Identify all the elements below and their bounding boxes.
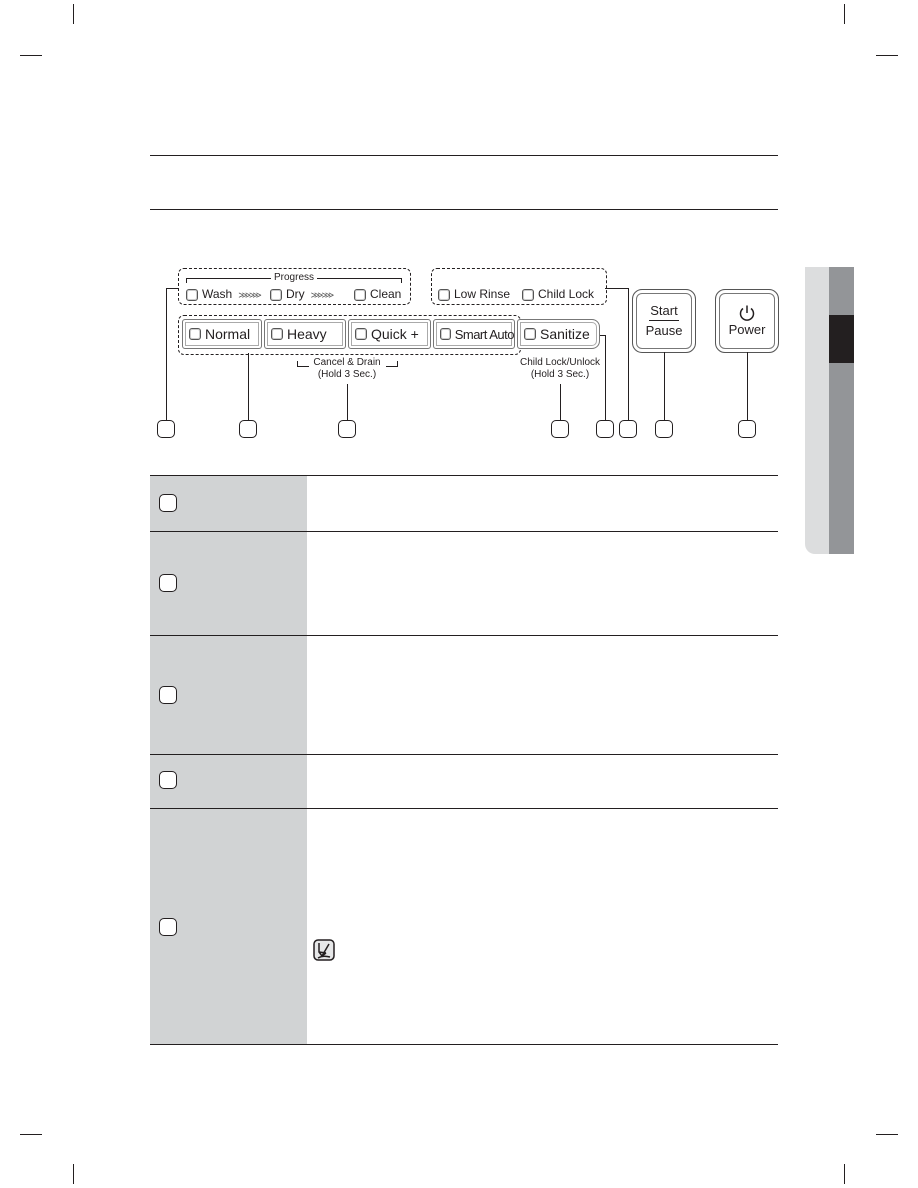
note-line: Child Lock/Unlock — [519, 357, 601, 368]
callout-marker — [239, 420, 257, 438]
led-icon — [524, 328, 536, 340]
cycle-button-smart-auto[interactable]: Smart Auto — [433, 319, 515, 349]
table-rule — [150, 1044, 778, 1045]
button-label: Sanitize — [540, 326, 590, 342]
note-line: Cancel & Drain — [313, 357, 381, 368]
row-callout — [159, 771, 177, 789]
leader-line — [747, 352, 748, 421]
button-label: Quick + — [371, 326, 419, 342]
led-icon — [354, 288, 366, 301]
button-label: Smart Auto — [454, 326, 515, 342]
led-icon — [355, 328, 367, 340]
power-label: Power — [728, 322, 766, 337]
indicator-label: Dry — [286, 287, 305, 301]
led-icon — [440, 328, 451, 340]
sanitize-button[interactable]: Sanitize — [517, 319, 600, 349]
leader-line — [166, 288, 178, 289]
crop-mark — [876, 55, 898, 56]
crop-mark — [876, 1134, 898, 1135]
crop-mark — [844, 4, 845, 24]
power-button[interactable]: Power — [715, 289, 779, 353]
leader-line — [605, 288, 628, 289]
indicator-child-lock: Child Lock — [522, 287, 594, 301]
indicator-label: Wash — [202, 287, 233, 301]
side-tab-active — [829, 315, 854, 363]
indicator-label: Clean — [370, 287, 402, 301]
header-rule-bottom — [150, 209, 778, 210]
note-pencil-icon — [313, 939, 335, 961]
cycle-button-heavy[interactable]: Heavy — [264, 319, 346, 349]
callout-marker — [596, 420, 614, 438]
cancel-drain-note: Cancel & Drain (Hold 3 Sec.) — [296, 357, 398, 381]
button-label: Heavy — [287, 326, 327, 342]
leader-line — [628, 288, 629, 421]
crop-mark — [20, 55, 42, 56]
callout-marker — [338, 420, 356, 438]
crop-mark — [73, 4, 74, 24]
indicator-low-rinse: Low Rinse — [438, 287, 510, 301]
child-lock-note: Child Lock/Unlock (Hold 3 Sec.) — [510, 357, 610, 381]
indicator-wash: Wash ⋙⋙ — [186, 287, 262, 302]
row-callout — [159, 574, 177, 592]
row-callout — [159, 918, 177, 936]
start-pause-button[interactable]: Start Pause — [632, 289, 696, 353]
led-icon — [270, 288, 282, 301]
row-callout — [159, 686, 177, 704]
crop-mark — [20, 1134, 42, 1135]
side-tab-light — [805, 267, 830, 554]
note-line: (Hold 3 Sec.) — [317, 369, 377, 380]
note-line: (Hold 3 Sec.) — [530, 369, 590, 380]
progress-bracket-right — [401, 278, 402, 283]
callout-marker — [655, 420, 673, 438]
led-icon — [522, 288, 534, 301]
leader-line — [560, 384, 561, 421]
progress-bracket-left — [186, 278, 187, 283]
button-label: Normal — [205, 326, 251, 342]
power-icon — [739, 305, 755, 321]
progress-arrows-icon: ⋙⋙ — [238, 290, 262, 300]
leader-line — [347, 384, 348, 421]
indicator-dry: Dry ⋙⋙ — [270, 287, 335, 302]
indicator-clean: Clean — [354, 287, 401, 301]
callout-marker — [738, 420, 756, 438]
indicator-label: Low Rinse — [454, 287, 511, 301]
callout-marker — [619, 420, 637, 438]
cycle-button-quick-plus[interactable]: Quick + — [348, 319, 431, 349]
callout-marker — [551, 420, 569, 438]
row-callout — [159, 494, 177, 512]
crop-mark — [844, 1164, 845, 1184]
led-icon — [271, 328, 283, 340]
pause-label: Pause — [645, 323, 683, 338]
start-label: Start — [649, 303, 679, 321]
led-icon — [438, 288, 450, 301]
leader-line — [248, 353, 249, 421]
indicator-label: Child Lock — [538, 287, 595, 301]
header-rule-top — [150, 155, 778, 156]
crop-mark — [73, 1164, 74, 1184]
progress-title: Progress — [271, 272, 318, 284]
side-tab-mid — [829, 267, 854, 554]
callout-marker — [157, 420, 175, 438]
leader-line — [664, 352, 665, 421]
progress-arrows-icon: ⋙⋙ — [310, 290, 335, 300]
cycle-button-normal[interactable]: Normal — [182, 319, 262, 349]
leader-line — [605, 335, 606, 421]
led-icon — [189, 328, 201, 340]
led-icon — [186, 288, 198, 301]
leader-line — [166, 288, 167, 421]
